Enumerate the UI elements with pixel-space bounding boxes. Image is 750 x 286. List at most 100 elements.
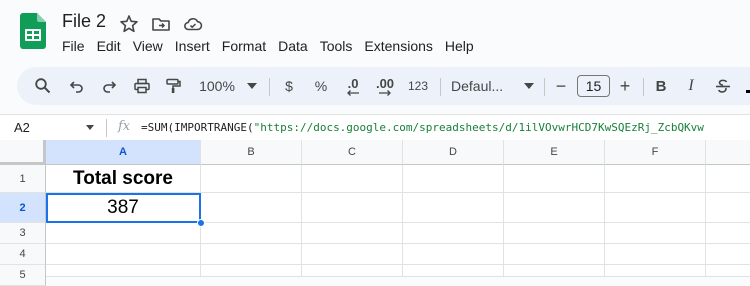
- menu-view[interactable]: View: [127, 36, 169, 58]
- font-size-input[interactable]: 15: [577, 75, 610, 97]
- cell-g4[interactable]: [706, 244, 750, 265]
- move-to-folder-icon[interactable]: [151, 14, 171, 34]
- font-family-dropdown-button[interactable]: [522, 67, 536, 105]
- row-header-1[interactable]: 1: [0, 165, 46, 193]
- paint-format-button[interactable]: [161, 67, 185, 105]
- toolbar: 100% $ % .0 .00 123 Defaul... − 15 + B I: [17, 67, 750, 105]
- cell-b1[interactable]: [201, 165, 302, 193]
- column-header-e[interactable]: E: [504, 140, 605, 165]
- cell-c4[interactable]: [302, 244, 403, 265]
- column-header-d[interactable]: D: [403, 140, 504, 165]
- row-header-2[interactable]: 2: [0, 193, 46, 223]
- cell-b4[interactable]: [201, 244, 302, 265]
- paint-format-icon: [166, 78, 181, 93]
- zoom-select[interactable]: 100%: [195, 67, 239, 105]
- column-header-g[interactable]: [706, 140, 750, 165]
- cell-c3[interactable]: [302, 223, 403, 244]
- text-color-icon: [746, 90, 750, 93]
- cloud-status-icon[interactable]: [183, 14, 203, 34]
- cell-g3[interactable]: [706, 223, 750, 244]
- cell-d5[interactable]: [403, 265, 504, 277]
- star-icon[interactable]: [119, 14, 139, 34]
- increase-decimal-button[interactable]: .00: [369, 67, 401, 105]
- cell-b5[interactable]: [201, 265, 302, 277]
- name-box[interactable]: A2: [14, 120, 30, 135]
- cell-f5[interactable]: [605, 265, 706, 277]
- cell-e3[interactable]: [504, 223, 605, 244]
- column-header-c[interactable]: C: [302, 140, 403, 165]
- menu-extensions[interactable]: Extensions: [358, 36, 438, 58]
- undo-button[interactable]: [65, 67, 89, 105]
- formula-bar-divider: [106, 119, 107, 137]
- increase-font-size-button[interactable]: +: [615, 67, 635, 105]
- formula-input[interactable]: =SUM(IMPORTRANGE("https://docs.google.co…: [141, 121, 750, 134]
- menu-tools[interactable]: Tools: [314, 36, 359, 58]
- column-header-f[interactable]: F: [605, 140, 706, 165]
- menu-file[interactable]: File: [56, 36, 91, 58]
- cell-f4[interactable]: [605, 244, 706, 265]
- select-all-corner[interactable]: [0, 140, 46, 165]
- title-bar: File 2 File Edit View Insert Format Data…: [0, 0, 750, 64]
- zoom-dropdown-button[interactable]: [245, 67, 259, 105]
- strikethrough-button[interactable]: [711, 67, 735, 105]
- cell-a5[interactable]: [46, 265, 201, 277]
- decrease-decimal-label: .0: [347, 75, 359, 91]
- sheets-logo-icon[interactable]: [20, 13, 46, 49]
- cell-f2[interactable]: [605, 193, 706, 223]
- cell-c2[interactable]: [302, 193, 403, 223]
- row-header-5[interactable]: 5: [0, 265, 46, 286]
- cell-g5[interactable]: [706, 265, 750, 277]
- cell-e1[interactable]: [504, 165, 605, 193]
- formula-string-argument: "https://docs.google.com/spreadsheets/d/…: [253, 121, 704, 134]
- decrease-font-size-button[interactable]: −: [551, 67, 571, 105]
- cell-a4[interactable]: [46, 244, 201, 265]
- italic-button[interactable]: I: [681, 67, 701, 105]
- cell-d4[interactable]: [403, 244, 504, 265]
- bold-button[interactable]: B: [651, 67, 671, 105]
- cell-c5[interactable]: [302, 265, 403, 277]
- dropdown-arrow-icon: [524, 83, 534, 89]
- cell-b2[interactable]: [201, 193, 302, 223]
- spreadsheet-grid: A B C D E F 1 2 3 4 5 Total score 387: [0, 140, 750, 286]
- cell-a3[interactable]: [46, 223, 201, 244]
- number-format-button[interactable]: 123: [405, 67, 431, 105]
- fill-handle[interactable]: [197, 219, 205, 227]
- currency-format-button[interactable]: $: [279, 67, 299, 105]
- menu-edit[interactable]: Edit: [91, 36, 127, 58]
- menu-data[interactable]: Data: [272, 36, 314, 58]
- menu-insert[interactable]: Insert: [169, 36, 216, 58]
- cell-e2[interactable]: [504, 193, 605, 223]
- row-header-4[interactable]: 4: [0, 244, 46, 265]
- percent-format-button[interactable]: %: [311, 67, 331, 105]
- cell-g1[interactable]: [706, 165, 750, 193]
- cell-e5[interactable]: [504, 265, 605, 277]
- cell-g2[interactable]: [706, 193, 750, 223]
- print-button[interactable]: [130, 67, 154, 105]
- menu-format[interactable]: Format: [216, 36, 272, 58]
- decrease-decimal-button[interactable]: .0: [339, 67, 367, 105]
- cell-d3[interactable]: [403, 223, 504, 244]
- row-header-3[interactable]: 3: [0, 223, 46, 244]
- cell-b3[interactable]: [201, 223, 302, 244]
- increase-decimal-label: .00: [375, 75, 395, 91]
- search-menus-button[interactable]: [31, 67, 55, 105]
- undo-icon: [69, 81, 83, 93]
- redo-button[interactable]: [97, 67, 121, 105]
- cell-f3[interactable]: [605, 223, 706, 244]
- menu-help[interactable]: Help: [439, 36, 480, 58]
- cell-d2[interactable]: [403, 193, 504, 223]
- name-box-dropdown-icon[interactable]: [86, 125, 94, 130]
- font-family-select[interactable]: Defaul...: [451, 67, 519, 105]
- column-header-b[interactable]: B: [201, 140, 302, 165]
- formula-bar: A2 fx =SUM(IMPORTRANGE("https://docs.goo…: [0, 114, 750, 140]
- document-title[interactable]: File 2: [62, 11, 106, 32]
- text-color-button[interactable]: [743, 67, 750, 105]
- column-header-a[interactable]: A: [46, 140, 201, 165]
- cell-e4[interactable]: [504, 244, 605, 265]
- cell-d1[interactable]: [403, 165, 504, 193]
- dropdown-arrow-icon: [247, 83, 257, 89]
- cell-a2[interactable]: 387: [46, 193, 201, 223]
- cell-f1[interactable]: [605, 165, 706, 193]
- cell-a1[interactable]: Total score: [46, 165, 201, 193]
- cell-c1[interactable]: [302, 165, 403, 193]
